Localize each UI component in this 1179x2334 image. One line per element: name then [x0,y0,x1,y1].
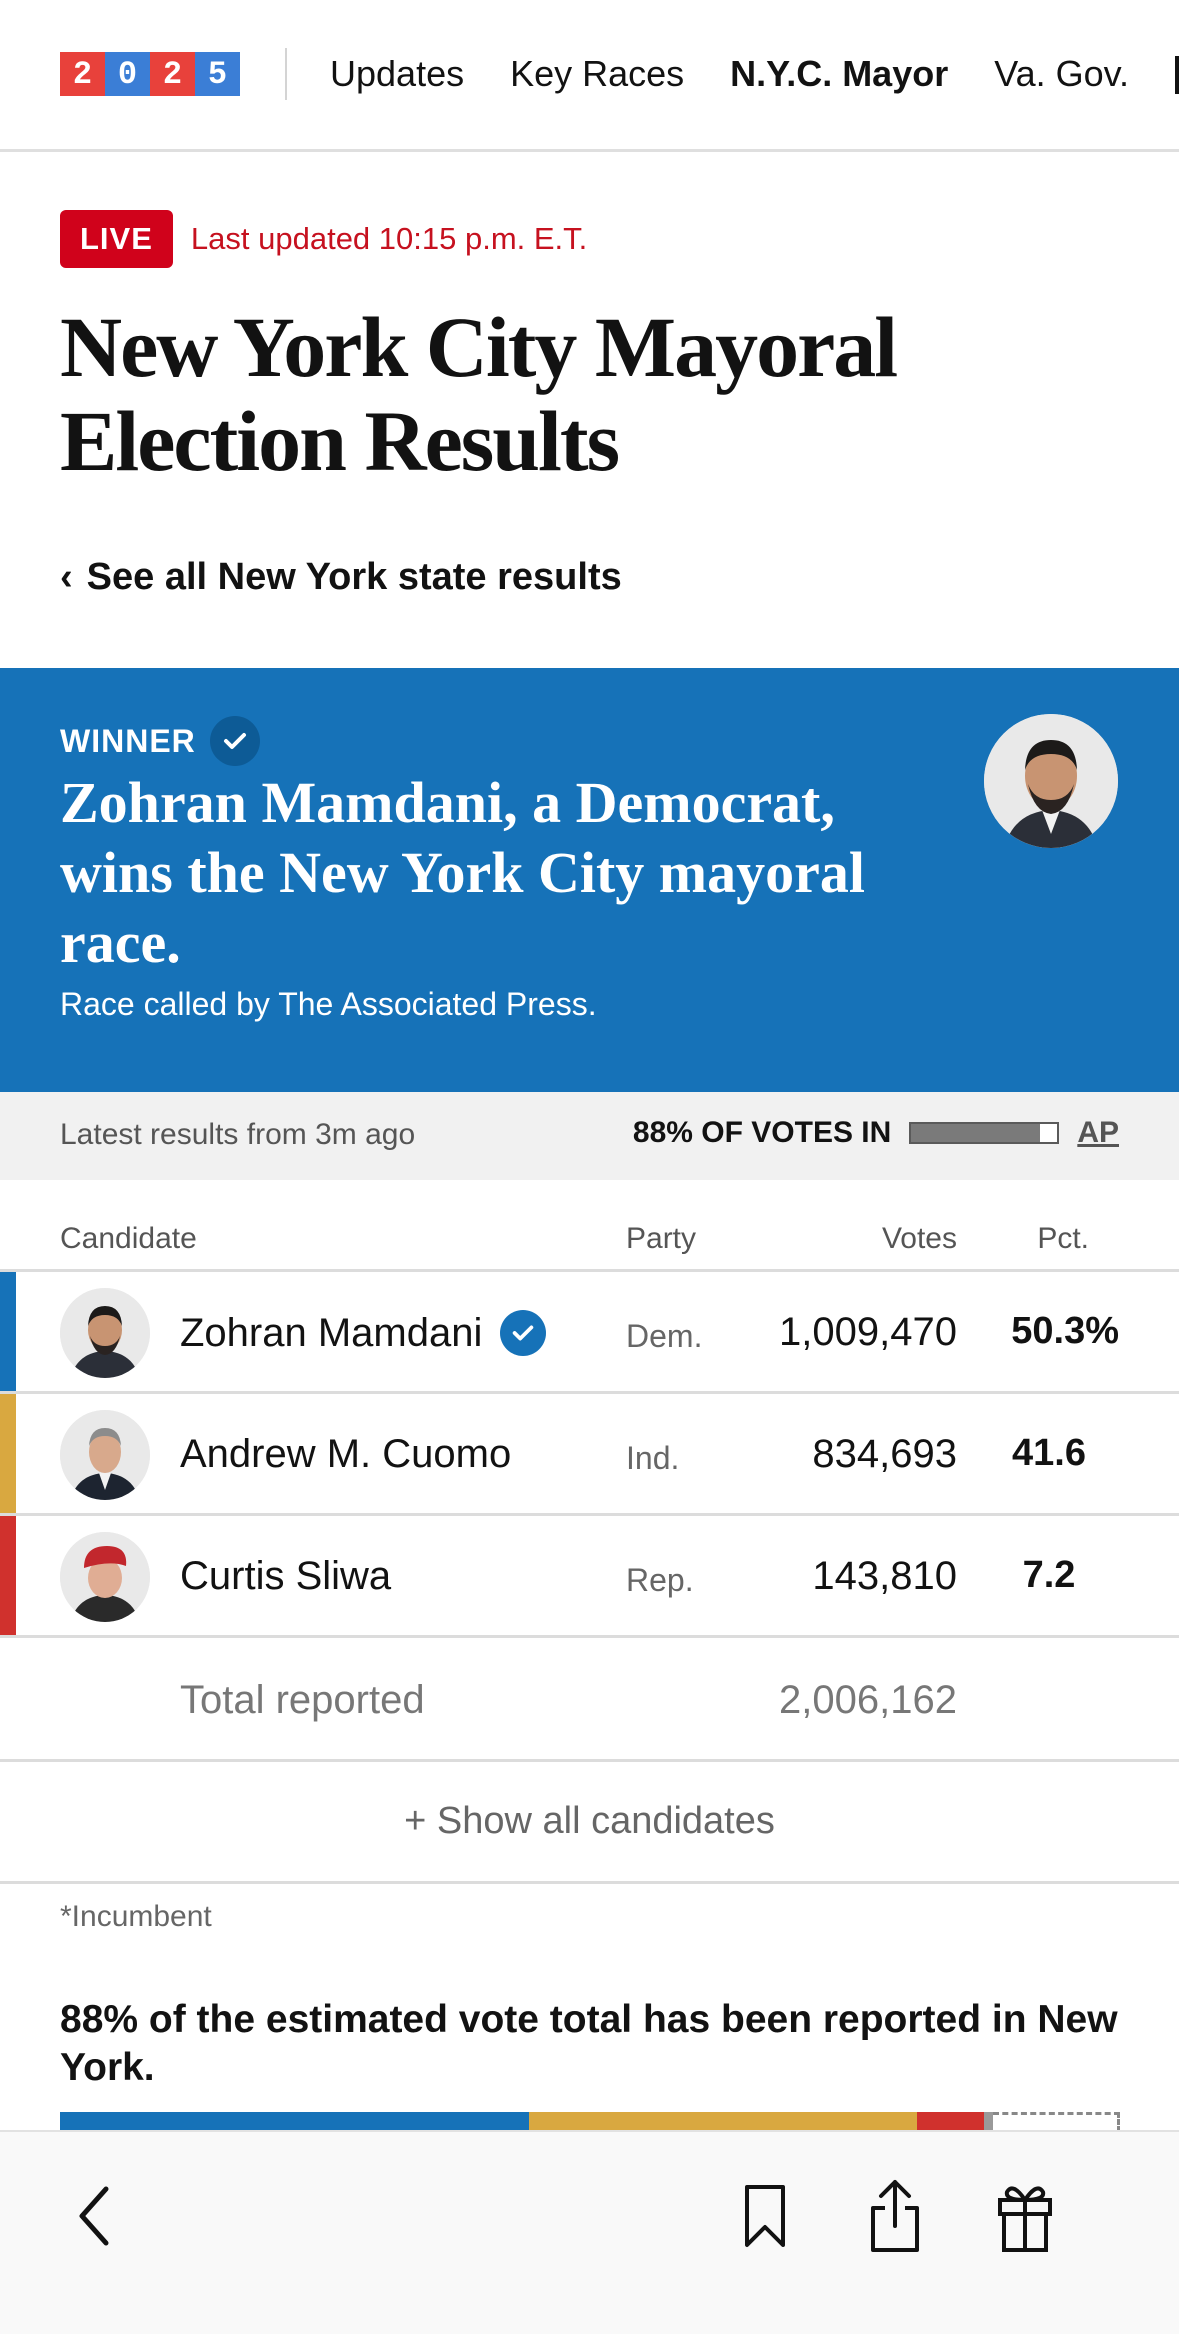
unreported-vote-segment [992,2112,1120,2132]
party-color-bar [0,1272,16,1391]
page-title: New York City Mayoral Election Results [60,299,898,489]
latest-results-text: Latest results from 3m ago [60,1118,416,1151]
candidate-name: Curtis Sliwa [180,1554,391,1599]
logo-digit: 2 [60,52,105,96]
candidate-votes: 1,009,470 [779,1310,957,1354]
winner-headline: Zohran Mamdani, a Democrat, wins the New… [60,770,865,975]
nav-tabs: Updates Key Races N.Y.C. Mayor Va. Gov. [330,48,1129,100]
votes-in-progress-bar [909,1122,1060,1144]
winner-label-text: WINNER [60,722,196,759]
avatar [60,1410,150,1500]
nav-overflow-edge [1175,56,1179,94]
see-all-state-results-link[interactable]: ‹ See all New York state results [60,556,622,599]
nav-divider [285,48,287,100]
candidate-name: Andrew M. Cuomo [180,1432,511,1477]
estimated-vote-segment [984,2112,993,2132]
candidate-party: Rep. [626,1562,694,1598]
votes-in-progress-fill [911,1124,1040,1142]
chevron-left-icon: ‹ [60,556,73,598]
header-votes: Votes [881,1222,957,1255]
ap-source-link[interactable]: AP [1077,1116,1119,1150]
votes-in-text: 88% OF VOTES IN [632,1116,892,1149]
logo-digit: 0 [105,52,150,96]
back-link-label: See all New York state results [86,556,622,598]
header-party: Party [626,1222,697,1255]
estimated-vote-segment [917,2112,985,2132]
bottom-toolbar [0,2130,1179,2334]
winner-banner: WINNER Zohran Mamdani, a Democrat, wins … [0,668,1179,1092]
logo-digit: 5 [195,52,240,96]
incumbent-footnote: *Incumbent [60,1900,212,1933]
winner-portrait [984,714,1118,848]
candidate-name: Zohran Mamdani [180,1310,547,1356]
back-icon[interactable] [60,2176,130,2256]
header-candidate: Candidate [60,1222,197,1255]
candidate-party: Dem. [626,1318,703,1354]
results-table-header: Candidate Party Votes Pct. [0,1212,1179,1272]
last-updated-text: Last updated 10:15 p.m. E.T. [190,221,588,256]
candidate-name-text: Andrew M. Cuomo [180,1432,512,1476]
nav-tab-key-races[interactable]: Key Races [510,48,684,100]
live-status: LIVE Last updated 10:15 p.m. E.T. [60,210,587,268]
candidate-party: Ind. [626,1440,680,1476]
race-called-by: Race called by The Associated Press. [60,986,597,1022]
estimated-vote-segment [529,2112,918,2132]
election-2025-logo[interactable]: 2 0 2 5 [60,52,240,96]
party-color-bar [0,1516,16,1635]
nav-tab-nyc-mayor[interactable]: N.Y.C. Mayor [730,48,948,100]
top-navigation: 2 0 2 5 Updates Key Races N.Y.C. Mayor V… [0,0,1179,152]
candidate-name-text: Zohran Mamdani [180,1310,483,1355]
header-pct: Pct. [1037,1222,1089,1255]
candidate-name-text: Curtis Sliwa [180,1554,392,1598]
total-reported-row: Total reported 2,006,162 [0,1640,1179,1762]
avatar [60,1532,150,1622]
candidate-pct: 7.2 [1022,1554,1076,1596]
share-icon[interactable] [860,2176,930,2256]
estimated-vote-heading: 88% of the estimated vote total has been… [60,1998,1118,2089]
party-color-bar [0,1394,16,1513]
candidate-pct: 41.6 [1012,1432,1086,1474]
winner-check-icon [500,1310,547,1356]
results-status-bar: Latest results from 3m ago 88% OF VOTES … [0,1092,1179,1180]
table-row: Curtis Sliwa Rep. 143,810 7.2 [0,1516,1179,1638]
gift-icon[interactable] [990,2176,1060,2256]
nav-tab-updates[interactable]: Updates [330,48,464,100]
estimated-vote-segment [60,2112,530,2132]
checkmark-icon [209,716,260,766]
avatar [60,1288,150,1378]
table-row: Zohran Mamdani Dem. 1,009,470 50.3% [0,1272,1179,1394]
candidate-votes: 834,693 [812,1432,957,1476]
show-all-candidates-button[interactable]: + Show all candidates [0,1762,1179,1884]
candidate-pct: 50.3% [1011,1310,1119,1352]
live-badge: LIVE [60,210,173,268]
logo-digit: 2 [150,52,195,96]
total-reported-votes: 2,006,162 [779,1678,957,1722]
candidate-votes: 143,810 [812,1554,957,1598]
total-reported-label: Total reported [180,1678,425,1722]
estimated-vote-bar [60,2112,1120,2132]
bookmark-icon[interactable] [730,2176,800,2256]
winner-label: WINNER [60,716,260,766]
votes-in-group: 88% OF VOTES IN AP [633,1116,1119,1150]
nav-tab-va-gov[interactable]: Va. Gov. [994,48,1129,100]
table-row: Andrew M. Cuomo Ind. 834,693 41.6 [0,1394,1179,1516]
